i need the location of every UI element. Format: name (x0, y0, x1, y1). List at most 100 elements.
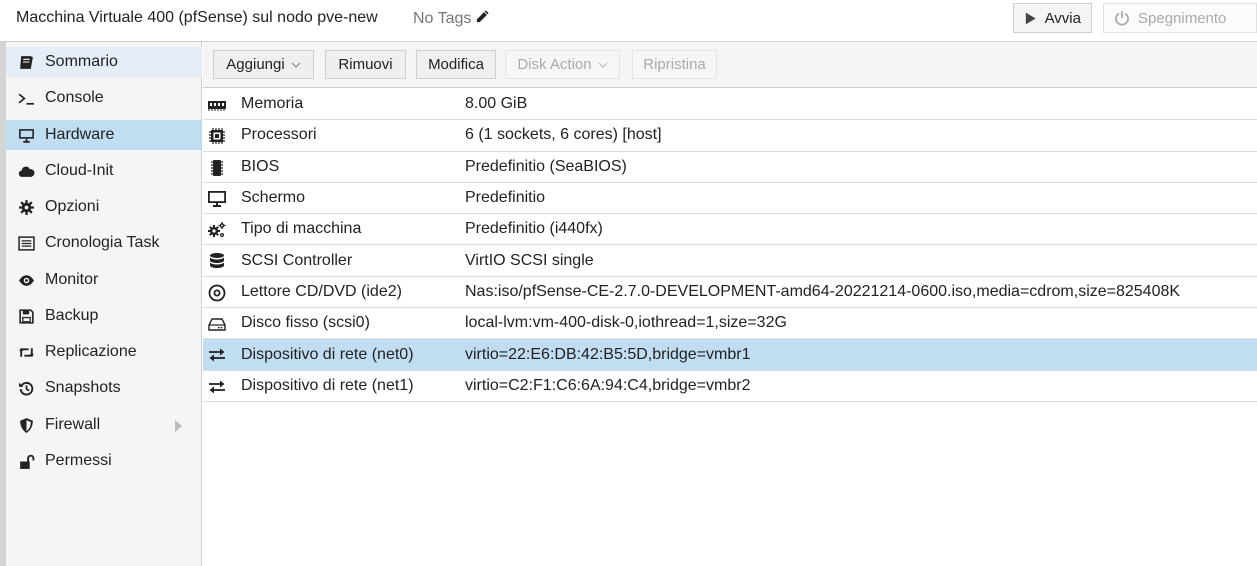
memory-icon (206, 95, 228, 115)
sidebar-item-label: Snapshots (45, 379, 121, 396)
edit-button[interactable]: Modifica (416, 50, 496, 79)
chevron-down-icon (598, 62, 608, 68)
cpu-icon (206, 126, 228, 146)
pencil-icon[interactable] (475, 9, 490, 29)
hardware-value: virtio=22:E6:DB:42:B5:5D,bridge=vmbr1 (465, 345, 751, 363)
sidebar-item-backup[interactable]: Backup (6, 301, 202, 331)
sidebar-item-label: Replicazione (45, 343, 137, 360)
remove-button[interactable]: Rimuovi (325, 50, 406, 79)
sidebar-item-label: Console (45, 89, 104, 106)
retweet-icon (16, 343, 36, 361)
microchip-icon (206, 158, 228, 178)
cogs-icon (206, 220, 228, 240)
start-label: Avvia (1044, 9, 1081, 27)
exchange-icon (206, 377, 228, 397)
shutdown-button[interactable]: Spegnimento (1103, 3, 1257, 33)
cdrom-icon (206, 283, 228, 303)
floppy-icon (16, 307, 36, 325)
desktop-icon (16, 126, 36, 144)
hardware-row-net1[interactable]: Dispositivo di rete (net1) virtio=C2:F1:… (203, 371, 1257, 402)
disk-action-button[interactable]: Disk Action (505, 50, 620, 79)
hardware-value: virtio=C2:F1:C6:6A:94:C4,bridge=vmbr2 (465, 376, 751, 394)
hardware-name: Dispositivo di rete (net0) (241, 345, 414, 363)
hardware-row-bios[interactable]: BIOS Predefinitio (SeaBIOS) (203, 152, 1257, 183)
hardware-value: local-lvm:vm-400-disk-0,iothread=1,size=… (465, 314, 787, 332)
hardware-value: Predefinitio (SeaBIOS) (465, 157, 627, 175)
sidebar-item-permessi[interactable]: Permessi (6, 446, 202, 476)
expand-arrow-icon[interactable] (175, 420, 182, 432)
sidebar-item-sommario[interactable]: Sommario (6, 47, 202, 77)
hardware-name: BIOS (241, 157, 280, 175)
hardware-name: Lettore CD/DVD (ide2) (241, 282, 402, 300)
hardware-name: Disco fisso (scsi0) (241, 314, 370, 332)
exchange-icon (206, 345, 228, 365)
hardware-row-memory[interactable]: Memoria 8.00 GiB (203, 89, 1257, 121)
hardware-value: Predefinitio (i440fx) (465, 220, 603, 238)
hardware-row-display[interactable]: Schermo Predefinitio (203, 183, 1257, 215)
sidebar-item-snapshots[interactable]: Snapshots (6, 373, 202, 403)
sidebar-item-replicazione[interactable]: Replicazione (6, 337, 202, 367)
sidebar-item-label: Permessi (45, 452, 112, 469)
play-icon (1025, 12, 1036, 24)
sidebar-item-console[interactable]: Console (6, 83, 202, 113)
hardware-value: Nas:iso/pfSense-CE-2.7.0-DEVELOPMENT-amd… (465, 282, 1181, 300)
gear-icon (16, 198, 36, 216)
sidebar-item-opzioni[interactable]: Opzioni (6, 192, 202, 222)
chevron-down-icon (291, 62, 301, 68)
add-label: Aggiungi (226, 56, 285, 73)
list-icon (16, 234, 36, 252)
page-title: Macchina Virtuale 400 (pfSense) sul nodo… (16, 9, 378, 26)
sidebar-item-hardware[interactable]: Hardware (6, 120, 202, 150)
hardware-name: Memoria (241, 95, 304, 113)
remove-label: Rimuovi (338, 56, 393, 73)
harddisk-icon (206, 314, 228, 334)
hardware-name: Processori (241, 126, 317, 144)
hardware-toolbar: Aggiungi Rimuovi Modifica Disk Action Ri… (203, 42, 1257, 88)
hardware-name: Schermo (241, 189, 306, 207)
hardware-name: Tipo di macchina (241, 220, 362, 238)
hardware-row-machine[interactable]: Tipo di macchina Predefinitio (i440fx) (203, 214, 1257, 246)
hardware-grid: Memoria 8.00 GiB Processori 6 (1 sockets… (203, 89, 1257, 402)
unlock-icon (16, 452, 36, 470)
hardware-row-scsi[interactable]: SCSI Controller VirtIO SCSI single (203, 245, 1257, 277)
sidebar-item-label: Backup (45, 307, 99, 324)
sidebar-item-label: Opzioni (45, 198, 100, 215)
sidebar-item-cronologia-task[interactable]: Cronologia Task (6, 228, 202, 258)
eye-icon (16, 271, 36, 289)
restore-label: Ripristina (643, 56, 706, 73)
hardware-row-cdrom[interactable]: Lettore CD/DVD (ide2) Nas:iso/pfSense-CE… (203, 277, 1257, 309)
hardware-name: Dispositivo di rete (net1) (241, 376, 414, 394)
monitor-icon (206, 189, 228, 209)
hardware-row-harddisk[interactable]: Disco fisso (scsi0) local-lvm:vm-400-dis… (203, 308, 1257, 340)
hardware-name: SCSI Controller (241, 251, 353, 269)
sidebar-item-monitor[interactable]: Monitor (6, 265, 202, 295)
sidebar-item-label: Hardware (45, 126, 115, 143)
sidebar-item-label: Monitor (45, 271, 99, 288)
cloud-icon (16, 162, 36, 180)
top-bar: Macchina Virtuale 400 (pfSense) sul nodo… (0, 0, 1257, 42)
hardware-value: VirtIO SCSI single (465, 251, 594, 269)
sidebar-item-label: Cloud-Init (45, 162, 114, 179)
sidebar: Sommario Console Hardware Cloud-Init Opz… (6, 42, 202, 566)
shield-icon (16, 416, 36, 434)
sidebar-item-label: Cronologia Task (45, 234, 160, 251)
restore-button[interactable]: Ripristina (632, 50, 717, 79)
hardware-value: 6 (1 sockets, 6 cores) [host] (465, 126, 662, 144)
sidebar-item-firewall[interactable]: Firewall (6, 410, 202, 440)
shutdown-label: Spegnimento (1138, 9, 1227, 27)
power-icon (1115, 11, 1129, 26)
tags-editor[interactable]: No Tags (413, 9, 490, 29)
start-button[interactable]: Avvia (1013, 3, 1092, 33)
terminal-icon (16, 89, 36, 107)
sidebar-item-label: Firewall (45, 416, 101, 433)
hardware-value: 8.00 GiB (465, 95, 528, 113)
hardware-row-processors[interactable]: Processori 6 (1 sockets, 6 cores) [host] (203, 120, 1257, 152)
add-button[interactable]: Aggiungi (213, 50, 314, 79)
hardware-row-net0[interactable]: Dispositivo di rete (net0) virtio=22:E6:… (203, 339, 1257, 371)
book-icon (16, 53, 36, 71)
tags-label: No Tags (413, 10, 472, 27)
database-icon (206, 251, 228, 271)
edit-label: Modifica (428, 56, 484, 73)
sidebar-item-cloud-init[interactable]: Cloud-Init (6, 156, 202, 186)
history-icon (16, 379, 36, 397)
